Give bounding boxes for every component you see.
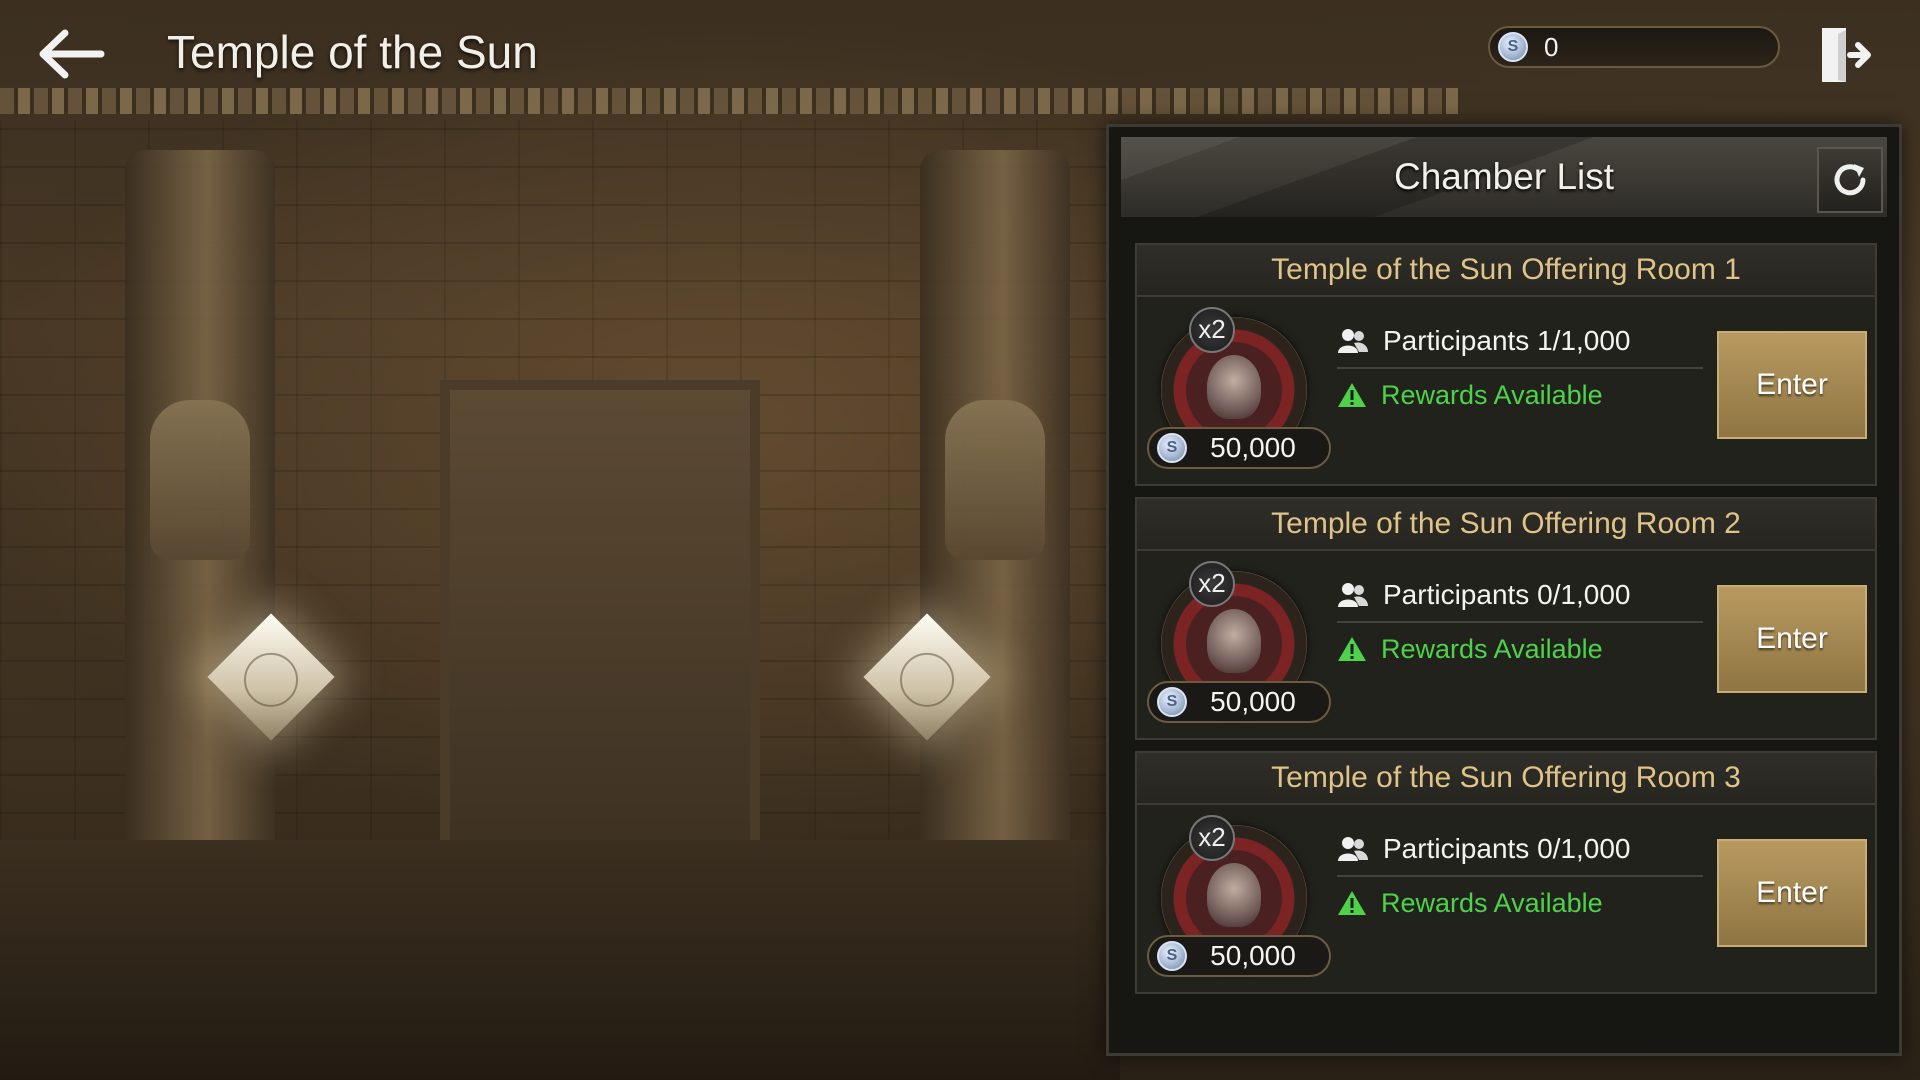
room-title: Temple of the Sun Offering Room 1 bbox=[1137, 245, 1875, 297]
warning-triangle-icon bbox=[1338, 637, 1366, 661]
people-icon bbox=[1338, 329, 1368, 353]
multiplier-badge: x2 bbox=[1189, 815, 1235, 861]
multiplier-badge: x2 bbox=[1189, 307, 1235, 353]
participants-count: Participants 1/1,000 bbox=[1383, 325, 1631, 356]
entry-cost: S 50,000 bbox=[1147, 935, 1331, 977]
silver-coin-icon: S bbox=[1157, 433, 1187, 463]
warning-triangle-icon bbox=[1338, 891, 1366, 915]
rewards-row: Rewards Available bbox=[1337, 627, 1703, 671]
temple-doorway bbox=[440, 380, 760, 850]
enter-button[interactable]: Enter bbox=[1717, 839, 1867, 947]
participants-row: Participants 1/1,000 bbox=[1337, 319, 1703, 369]
multiplier-badge: x2 bbox=[1189, 561, 1235, 607]
panel-header: Chamber List bbox=[1121, 137, 1887, 217]
exit-door-icon bbox=[1822, 28, 1871, 82]
currency-value: 0 bbox=[1544, 31, 1559, 62]
room-title: Temple of the Sun Offering Room 3 bbox=[1137, 753, 1875, 805]
rewards-status: Rewards Available bbox=[1381, 379, 1603, 410]
entry-cost-value: 50,000 bbox=[1210, 686, 1296, 717]
temple-floor bbox=[0, 840, 1120, 1080]
entry-cost-value: 50,000 bbox=[1210, 940, 1296, 971]
room-card: Temple of the Sun Offering Room 2 x2 S 5… bbox=[1135, 497, 1877, 740]
participants-count: Participants 0/1,000 bbox=[1383, 833, 1631, 864]
room-card: Temple of the Sun Offering Room 1 x2 S 5… bbox=[1135, 243, 1877, 486]
rewards-status: Rewards Available bbox=[1381, 633, 1603, 664]
page-title: Temple of the Sun bbox=[167, 26, 538, 78]
silver-coin-icon: S bbox=[1498, 32, 1528, 62]
participants-count: Participants 0/1,000 bbox=[1383, 579, 1631, 610]
back-arrow-icon bbox=[39, 29, 105, 79]
stone-frieze bbox=[0, 88, 1460, 114]
entry-cost: S 50,000 bbox=[1147, 681, 1331, 723]
participants-row: Participants 0/1,000 bbox=[1337, 573, 1703, 623]
entry-cost-value: 50,000 bbox=[1210, 432, 1296, 463]
entry-cost: S 50,000 bbox=[1147, 427, 1331, 469]
people-icon bbox=[1338, 583, 1368, 607]
statue-column-right bbox=[920, 150, 1070, 870]
rewards-row: Rewards Available bbox=[1337, 373, 1703, 417]
refresh-button[interactable] bbox=[1817, 147, 1883, 213]
enter-button[interactable]: Enter bbox=[1717, 585, 1867, 693]
currency-display: S 0 bbox=[1488, 26, 1780, 68]
refresh-icon bbox=[1834, 164, 1866, 196]
people-icon bbox=[1338, 837, 1368, 861]
enter-button[interactable]: Enter bbox=[1717, 331, 1867, 439]
room-info: Participants 0/1,000 Rewards Available bbox=[1337, 573, 1703, 671]
participants-row: Participants 0/1,000 bbox=[1337, 827, 1703, 877]
silver-coin-icon: S bbox=[1157, 941, 1187, 971]
exit-button[interactable] bbox=[1810, 20, 1880, 90]
warning-triangle-icon bbox=[1338, 383, 1366, 407]
chamber-list-panel: Chamber List Temple of the Sun Offering … bbox=[1106, 124, 1902, 1056]
room-info: Participants 1/1,000 Rewards Available bbox=[1337, 319, 1703, 417]
room-title: Temple of the Sun Offering Room 2 bbox=[1137, 499, 1875, 551]
room-card: Temple of the Sun Offering Room 3 x2 S 5… bbox=[1135, 751, 1877, 994]
rewards-row: Rewards Available bbox=[1337, 881, 1703, 925]
rewards-status: Rewards Available bbox=[1381, 887, 1603, 918]
back-button[interactable] bbox=[30, 22, 114, 86]
room-info: Participants 0/1,000 Rewards Available bbox=[1337, 827, 1703, 925]
panel-title: Chamber List bbox=[1393, 156, 1615, 197]
silver-coin-icon: S bbox=[1157, 687, 1187, 717]
statue-column-left bbox=[125, 150, 275, 870]
